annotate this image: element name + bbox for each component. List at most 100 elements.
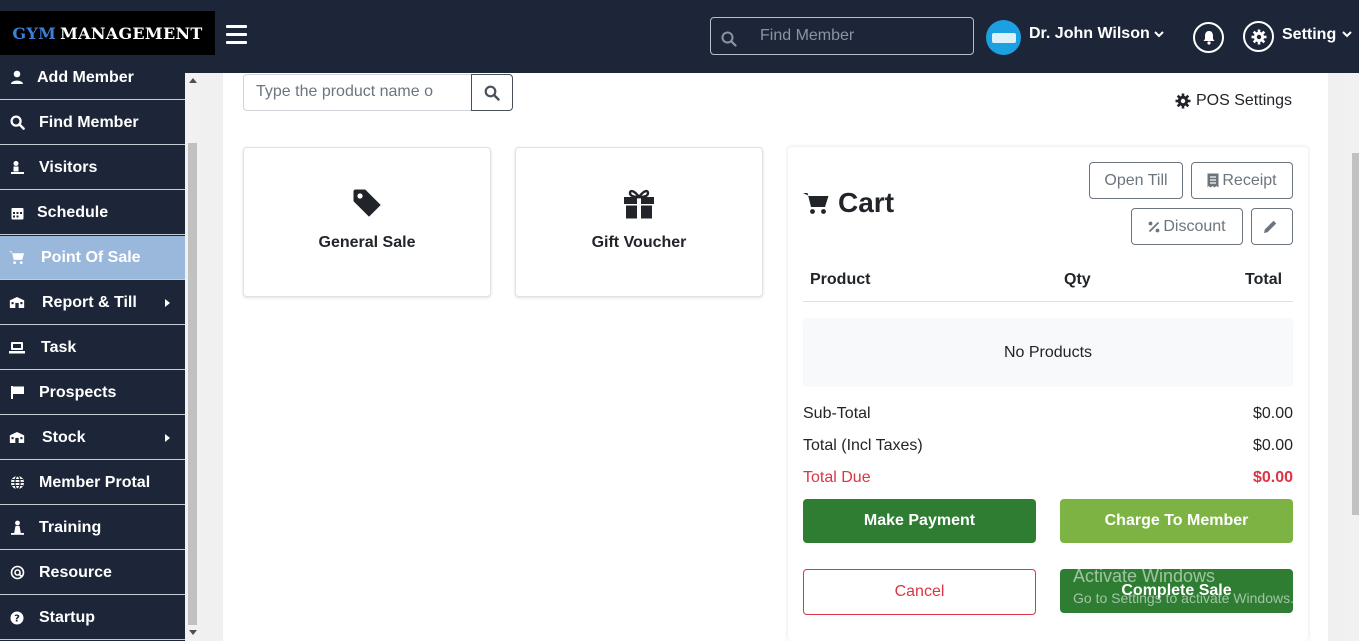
table-divider [803,301,1293,302]
settings-gear-icon[interactable] [1243,21,1274,52]
cancel-button[interactable]: Cancel [803,569,1036,615]
search-icon [484,85,500,101]
gift-voucher-tile[interactable]: Gift Voucher [515,147,763,297]
menu-toggle-icon[interactable] [226,25,248,45]
total-due-row: Total Due $0.00 [803,469,1293,491]
avatar[interactable] [986,20,1021,55]
subtotal-label: Sub-Total [803,405,871,422]
pos-settings-label: POS Settings [1196,92,1293,109]
report-icon [9,295,25,311]
sidebar-item-schedule[interactable]: Schedule [0,191,185,235]
col-product-header: Product [810,271,871,288]
discount-label: Discount [1163,217,1226,235]
tile-label: Gift Voucher [591,234,687,251]
search-icon [721,31,737,47]
sidebar-item-label: Add Member [37,68,134,86]
sidebar-item-label: Stock [42,428,86,446]
sidebar-item-member-protal[interactable]: Member Protal [0,461,185,505]
sidebar-item-stock[interactable]: Stock [0,416,185,460]
receipt-button[interactable]: Receipt [1191,162,1293,199]
col-qty-header: Qty [1064,271,1091,288]
user-icon [9,70,25,86]
sidebar-item-label: Prospects [39,383,117,401]
sidebar-item-label: Report & Till [42,293,137,311]
tile-label: General Sale [318,234,416,251]
sidebar-scrollbar-thumb[interactable] [188,143,197,625]
total-label: Total (Incl Taxes) [803,437,923,454]
sidebar-item-label: Point Of Sale [41,248,141,266]
sidebar-item-startup[interactable]: ? Startup [0,596,185,640]
scroll-down-arrow-icon[interactable] [189,630,197,635]
cart-title-text: Cart [838,187,895,218]
search-placeholder: Find Member [760,27,855,44]
sidebar-item-label: Find Member [39,113,139,131]
user-name-dropdown[interactable]: Dr. John Wilson [1029,25,1150,43]
task-icon [9,340,25,356]
product-search-button[interactable] [471,74,513,111]
complete-sale-button[interactable]: Complete Sale [1060,569,1293,613]
receipt-icon [1207,173,1219,188]
total-row: Total (Incl Taxes) $0.00 [803,437,1293,459]
flag-icon [9,385,25,401]
setting-dropdown[interactable]: Setting [1282,26,1336,44]
general-sale-tile[interactable]: General Sale [243,147,491,297]
chevron-down-icon[interactable] [1342,29,1352,39]
sidebar-item-visitors[interactable]: Visitors [0,146,185,190]
svg-text:?: ? [14,613,20,624]
pos-settings-link[interactable]: POS Settings [1175,92,1292,110]
open-till-button[interactable]: Open Till [1089,162,1183,199]
make-payment-button[interactable]: Make Payment [803,499,1036,543]
logo-text-management: MANAGEMENT [60,23,203,43]
pencil-icon [1264,220,1277,233]
training-icon [9,520,25,536]
sidebar-item-resource[interactable]: Resource [0,551,185,595]
sidebar-item-point-of-sale[interactable]: Point Of Sale [0,236,185,280]
edit-button[interactable] [1251,208,1293,245]
sidebar-item-report-till[interactable]: Report & Till [0,281,185,325]
logo-text-gym: GYM [12,23,57,43]
caret-right-icon [165,433,170,442]
stock-icon [9,430,25,446]
product-search-input[interactable]: Type the product name o [243,74,471,111]
discount-button[interactable]: Discount [1131,208,1243,245]
help-icon: ? [9,610,25,626]
col-total-header: Total [1245,271,1283,288]
subtotal-row: Sub-Total $0.00 [803,405,1293,427]
cart-icon [9,250,25,266]
caret-right-icon [165,298,170,307]
charge-to-member-button[interactable]: Charge To Member [1060,499,1293,543]
top-navbar: GYM MANAGEMENT Find Member Dr. John Wils… [0,0,1359,73]
sidebar-item-add-member[interactable]: Add Member [0,56,185,100]
visitor-icon [9,160,25,176]
subtotal-value: $0.00 [1252,405,1293,422]
search-icon [9,115,25,131]
total-due-value: $0.00 [1252,469,1293,486]
resource-icon [9,565,25,581]
chevron-down-icon[interactable] [1154,29,1164,39]
scroll-up-arrow-icon[interactable] [189,78,197,83]
sidebar-item-label: Schedule [37,203,109,221]
gear-icon [1175,93,1191,109]
sidebar-item-label: Task [41,338,77,356]
sidebar-item-find-member[interactable]: Find Member [0,101,185,145]
app-logo[interactable]: GYM MANAGEMENT [0,11,215,55]
gift-icon [624,189,654,219]
sidebar-item-label: Visitors [39,158,98,176]
sidebar-item-training[interactable]: Training [0,506,185,550]
product-search-placeholder: Type the product name o [256,83,433,100]
sidebar-item-label: Member Protal [39,473,151,491]
total-due-label: Total Due [803,469,871,486]
empty-cart-message: No Products [803,318,1293,387]
sidebar-item-label: Startup [39,608,95,626]
percent-icon [1148,221,1160,232]
sidebar-item-task[interactable]: Task [0,326,185,370]
page-scrollbar-thumb[interactable] [1352,153,1359,515]
tag-icon [353,189,381,217]
receipt-label: Receipt [1222,171,1277,189]
find-member-search-input[interactable]: Find Member [710,17,974,55]
globe-icon [9,475,25,491]
sidebar-item-label: Resource [39,563,112,581]
notification-bell-icon[interactable] [1193,22,1224,53]
sidebar-item-label: Training [39,518,102,536]
sidebar-item-prospects[interactable]: Prospects [0,371,185,415]
